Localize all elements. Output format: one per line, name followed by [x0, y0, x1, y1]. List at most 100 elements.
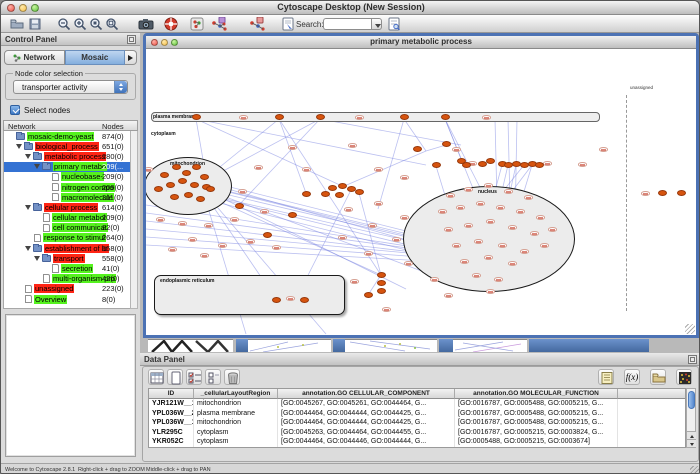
node-color-combobox[interactable]: transporter activity: [13, 80, 128, 94]
tree-row-label[interactable]: cell communicat: [52, 223, 108, 232]
gene-label-node[interactable]: [272, 245, 281, 250]
gene-node[interactable]: [263, 232, 272, 238]
gene-node[interactable]: [321, 191, 330, 197]
gene-label-node[interactable]: [288, 145, 297, 150]
gene-node[interactable]: [184, 192, 193, 198]
table-row[interactable]: YDR039C__1mitochondrion[GO:0044464, GO:0…: [149, 447, 686, 448]
gene-label-node[interactable]: [508, 225, 517, 230]
gene-label-node[interactable]: [460, 259, 469, 264]
tab-mosaic[interactable]: Mosaic: [65, 50, 126, 65]
gene-label-node[interactable]: [204, 223, 213, 228]
gene-label-node[interactable]: [374, 167, 383, 172]
gene-label-node[interactable]: [496, 205, 505, 210]
gene-node[interactable]: [442, 141, 451, 147]
network-canvas[interactable]: plasma membranecytoplasmmitochondrionnuc…: [146, 49, 696, 335]
gene-node[interactable]: [441, 114, 450, 120]
gene-node[interactable]: [288, 212, 297, 218]
table-row[interactable]: YKR052Ccytoplasm[GO:0044464, GO:0044446,…: [149, 437, 686, 447]
search-dropdown-arrow-icon[interactable]: [371, 18, 382, 30]
gene-node[interactable]: [160, 172, 169, 178]
gene-label-node[interactable]: [578, 162, 587, 167]
gene-label-node[interactable]: [524, 195, 533, 200]
gene-label-node[interactable]: [146, 167, 153, 172]
table-cell[interactable]: YDR039C__1: [149, 447, 194, 448]
table-cell[interactable]: [GO:0044464, GO:0044444, GO:0044425, G..…: [278, 409, 455, 419]
expand-triangle-icon[interactable]: [25, 205, 31, 210]
gene-node[interactable]: [170, 194, 179, 200]
tree-row[interactable]: unassigned223(0): [4, 284, 137, 294]
gene-label-node[interactable]: [444, 293, 453, 298]
gene-label-node[interactable]: [348, 143, 357, 148]
gene-node[interactable]: [178, 178, 187, 184]
gene-label-node[interactable]: [498, 243, 507, 248]
table-cell[interactable]: YPL036W__2: [149, 409, 194, 419]
destroy-view-icon[interactable]: [248, 17, 266, 31]
new-attribute-icon[interactable]: [167, 369, 183, 385]
gene-label-node[interactable]: [382, 307, 391, 312]
table-cell[interactable]: plasma membrane: [194, 409, 278, 419]
delete-attribute-trash-icon[interactable]: [224, 369, 240, 385]
tree-row-label[interactable]: metabolic process: [44, 152, 106, 161]
gene-label-node[interactable]: [218, 243, 227, 248]
tree-row[interactable]: macromolecule311(0): [4, 192, 137, 202]
table-cell[interactable]: [GO:0016787, GO:0005215, GO:0003824, G..…: [455, 428, 618, 438]
gene-node[interactable]: [486, 158, 495, 164]
table-cell[interactable]: YJR121W__1: [149, 399, 194, 409]
gene-label-node[interactable]: [246, 239, 255, 244]
gene-label-node[interactable]: [464, 187, 473, 192]
gene-label-node[interactable]: [438, 209, 447, 214]
gene-node[interactable]: [196, 196, 205, 202]
gene-label-node[interactable]: [494, 277, 503, 282]
select-nodes-checkbox[interactable]: [10, 105, 20, 115]
gene-node[interactable]: [377, 288, 386, 294]
import-document-icon[interactable]: [281, 17, 295, 31]
gene-label-node[interactable]: [536, 215, 545, 220]
table-column-header[interactable]: annotation.GO CELLULAR_COMPONENT: [278, 389, 455, 399]
tree-row[interactable]: nucleobase-209(0): [4, 172, 137, 182]
gene-label-node[interactable]: [486, 289, 495, 294]
tree-row-label[interactable]: primary metabo: [53, 162, 107, 171]
gene-node[interactable]: [677, 190, 686, 196]
table-scrollbar-thumb[interactable]: [688, 391, 695, 409]
gene-label-node[interactable]: [444, 227, 453, 232]
table-column-header[interactable]: _cellularLayoutRegion: [194, 389, 278, 399]
gene-node[interactable]: [328, 185, 337, 191]
gene-node[interactable]: [413, 146, 422, 152]
combobox-stepper-icon[interactable]: [114, 81, 127, 93]
float-data-panel-icon[interactable]: [688, 355, 697, 364]
gene-label-node[interactable]: [599, 147, 608, 152]
tree-row[interactable]: mosaic-demo-yeast874(0): [4, 131, 137, 141]
frame-resize-grip[interactable]: [685, 324, 695, 334]
table-cell[interactable]: YLR295C: [149, 428, 194, 438]
gene-node[interactable]: [338, 183, 347, 189]
gene-label-node[interactable]: [260, 209, 269, 214]
gene-node[interactable]: [462, 162, 471, 168]
gene-label-node[interactable]: [476, 201, 485, 206]
gene-label-node[interactable]: [452, 147, 461, 152]
tree-row[interactable]: nitrogen compo209(0): [4, 182, 137, 192]
gene-label-node[interactable]: [355, 115, 364, 120]
tree-row-label[interactable]: secretion: [61, 264, 93, 273]
tree-row-label[interactable]: response to stimul: [43, 233, 106, 242]
tree-row[interactable]: biological_process651(0): [4, 141, 137, 151]
table-cell[interactable]: YPL036W__1: [149, 418, 194, 428]
gene-node[interactable]: [302, 191, 311, 197]
gene-label-node[interactable]: [484, 255, 493, 260]
gene-node[interactable]: [192, 114, 201, 120]
gene-label-node[interactable]: [482, 115, 491, 120]
gene-node[interactable]: [432, 162, 441, 168]
gene-label-node[interactable]: [286, 296, 295, 301]
zoom-out-icon[interactable]: [57, 17, 71, 31]
tree-row-label[interactable]: nucleobase-: [61, 172, 104, 181]
gene-label-node[interactable]: [156, 217, 165, 222]
gene-label-node[interactable]: [430, 277, 439, 282]
table-cell[interactable]: YKR052C: [149, 437, 194, 447]
gene-node[interactable]: [364, 292, 373, 298]
function-builder-icon[interactable]: f(x): [624, 369, 640, 385]
tree-row[interactable]: primary metabo209(...: [4, 162, 137, 172]
notes-icon[interactable]: [598, 369, 614, 385]
gene-node[interactable]: [166, 182, 175, 188]
table-cell[interactable]: [GO:0005488, GO:0005215, GO:0003674]: [455, 437, 618, 447]
gene-label-node[interactable]: [254, 165, 263, 170]
gene-node[interactable]: [478, 161, 487, 167]
